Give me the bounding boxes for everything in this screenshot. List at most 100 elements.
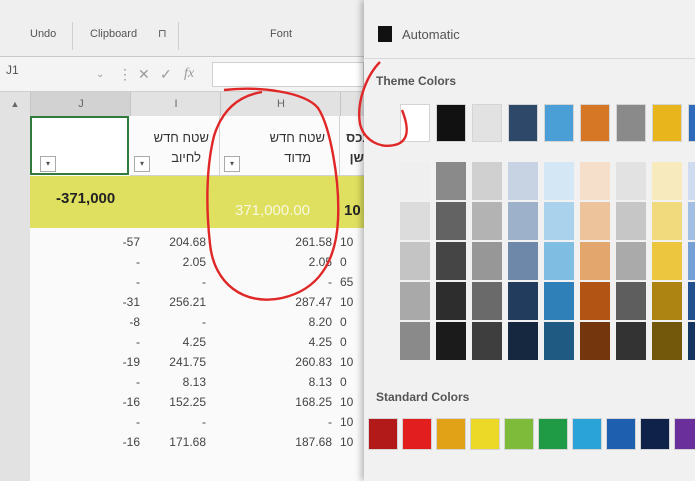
- theme-color-swatch[interactable]: [688, 104, 695, 142]
- table-cell-i[interactable]: 204.68: [150, 232, 206, 252]
- theme-shade-swatch[interactable]: [544, 282, 574, 320]
- filter-dropdown-icon[interactable]: ▾: [224, 156, 240, 172]
- theme-shade-swatch[interactable]: [436, 202, 466, 240]
- theme-shade-swatch[interactable]: [580, 282, 610, 320]
- theme-shade-swatch[interactable]: [544, 242, 574, 280]
- table-cell-j[interactable]: -: [100, 332, 140, 352]
- theme-shade-swatch[interactable]: [400, 282, 430, 320]
- table-cell-h[interactable]: 2.05: [260, 252, 332, 272]
- theme-shade-swatch[interactable]: [436, 282, 466, 320]
- theme-shade-swatch[interactable]: [688, 242, 695, 280]
- table-cell-i[interactable]: 4.25: [150, 332, 206, 352]
- theme-shade-swatch[interactable]: [580, 242, 610, 280]
- table-cell-i[interactable]: 152.25: [150, 392, 206, 412]
- theme-color-swatch[interactable]: [436, 104, 466, 142]
- formula-input[interactable]: [212, 62, 364, 87]
- filter-dropdown-icon[interactable]: ▾: [40, 156, 56, 172]
- theme-shade-swatch[interactable]: [508, 322, 538, 360]
- theme-shade-swatch[interactable]: [400, 242, 430, 280]
- cancel-icon[interactable]: ✕: [138, 66, 150, 83]
- font-group-label[interactable]: Font: [270, 28, 292, 40]
- clipboard-launcher-icon[interactable]: ⊓: [158, 27, 167, 40]
- standard-color-swatch[interactable]: [504, 418, 534, 450]
- table-cell-h[interactable]: 8.13: [260, 372, 332, 392]
- theme-color-swatch[interactable]: [508, 104, 538, 142]
- theme-shade-swatch[interactable]: [616, 242, 646, 280]
- total-j[interactable]: -371,000: [56, 190, 115, 207]
- standard-color-swatch[interactable]: [674, 418, 695, 450]
- table-cell-i[interactable]: 171.68: [150, 432, 206, 452]
- theme-shade-swatch[interactable]: [652, 282, 682, 320]
- table-cell-h[interactable]: 168.25: [260, 392, 332, 412]
- theme-shade-swatch[interactable]: [472, 282, 502, 320]
- table-cell-i[interactable]: -: [150, 312, 206, 332]
- automatic-color-swatch[interactable]: [378, 26, 392, 42]
- table-cell-j[interactable]: -: [100, 372, 140, 392]
- table-cell-j[interactable]: -8: [100, 312, 140, 332]
- table-cell-h[interactable]: -: [260, 272, 332, 292]
- row-headers[interactable]: [0, 116, 31, 481]
- table-cell-h[interactable]: 261.58: [260, 232, 332, 252]
- table-cell-i[interactable]: 2.05: [150, 252, 206, 272]
- standard-color-swatch[interactable]: [572, 418, 602, 450]
- theme-shade-swatch[interactable]: [472, 162, 502, 200]
- column-header-i[interactable]: I: [130, 92, 221, 116]
- table-cell-i[interactable]: 8.13: [150, 372, 206, 392]
- table-cell-j[interactable]: -57: [100, 232, 140, 252]
- table-cell-j[interactable]: -: [100, 412, 140, 432]
- theme-shade-swatch[interactable]: [508, 282, 538, 320]
- theme-color-swatch[interactable]: [580, 104, 610, 142]
- automatic-color-label[interactable]: Automatic: [402, 27, 460, 42]
- theme-shade-swatch[interactable]: [436, 322, 466, 360]
- table-cell-i[interactable]: -: [150, 412, 206, 432]
- theme-shade-swatch[interactable]: [616, 282, 646, 320]
- table-cell-j[interactable]: -31: [100, 292, 140, 312]
- column-header-h[interactable]: H: [220, 92, 341, 116]
- enter-icon[interactable]: ✓: [160, 66, 172, 83]
- theme-shade-swatch[interactable]: [688, 162, 695, 200]
- insert-function-icon[interactable]: fx: [184, 66, 194, 82]
- standard-color-swatch[interactable]: [436, 418, 466, 450]
- standard-color-swatch[interactable]: [402, 418, 432, 450]
- standard-color-swatch[interactable]: [606, 418, 636, 450]
- theme-color-swatch[interactable]: [652, 104, 682, 142]
- theme-color-swatch[interactable]: [544, 104, 574, 142]
- theme-shade-swatch[interactable]: [400, 322, 430, 360]
- theme-shade-swatch[interactable]: [544, 322, 574, 360]
- theme-shade-swatch[interactable]: [652, 322, 682, 360]
- total-k[interactable]: 10: [344, 202, 361, 219]
- clipboard-group-label[interactable]: Clipboard: [90, 28, 137, 40]
- standard-color-swatch[interactable]: [470, 418, 500, 450]
- more-options-icon[interactable]: ⋮: [118, 66, 132, 83]
- theme-shade-swatch[interactable]: [400, 202, 430, 240]
- table-cell-i[interactable]: 256.21: [150, 292, 206, 312]
- theme-shade-swatch[interactable]: [472, 202, 502, 240]
- table-cell-h[interactable]: 8.20: [260, 312, 332, 332]
- table-cell-j[interactable]: -16: [100, 392, 140, 412]
- theme-shade-swatch[interactable]: [652, 242, 682, 280]
- theme-shade-swatch[interactable]: [688, 282, 695, 320]
- theme-color-swatch[interactable]: [472, 104, 502, 142]
- theme-shade-swatch[interactable]: [688, 202, 695, 240]
- theme-shade-swatch[interactable]: [508, 242, 538, 280]
- theme-shade-swatch[interactable]: [616, 202, 646, 240]
- table-cell-h[interactable]: 260.83: [260, 352, 332, 372]
- table-cell-h[interactable]: -: [260, 412, 332, 432]
- theme-shade-swatch[interactable]: [508, 162, 538, 200]
- theme-shade-swatch[interactable]: [508, 202, 538, 240]
- sheet-grid[interactable]: שטח חדש לחיוב שטח חדש מדוד נכס שן ▾ ▾ ▾ …: [30, 116, 371, 481]
- theme-shade-swatch[interactable]: [580, 322, 610, 360]
- filter-dropdown-icon[interactable]: ▾: [134, 156, 150, 172]
- table-cell-h[interactable]: 287.47: [260, 292, 332, 312]
- table-cell-i[interactable]: 241.75: [150, 352, 206, 372]
- standard-color-swatch[interactable]: [368, 418, 398, 450]
- theme-shade-swatch[interactable]: [472, 322, 502, 360]
- table-cell-i[interactable]: -: [150, 272, 206, 292]
- theme-shade-swatch[interactable]: [652, 202, 682, 240]
- table-cell-j[interactable]: -: [100, 272, 140, 292]
- theme-shade-swatch[interactable]: [688, 322, 695, 360]
- table-cell-j[interactable]: -: [100, 252, 140, 272]
- theme-shade-swatch[interactable]: [616, 162, 646, 200]
- theme-shade-swatch[interactable]: [544, 202, 574, 240]
- table-cell-h[interactable]: 187.68: [260, 432, 332, 452]
